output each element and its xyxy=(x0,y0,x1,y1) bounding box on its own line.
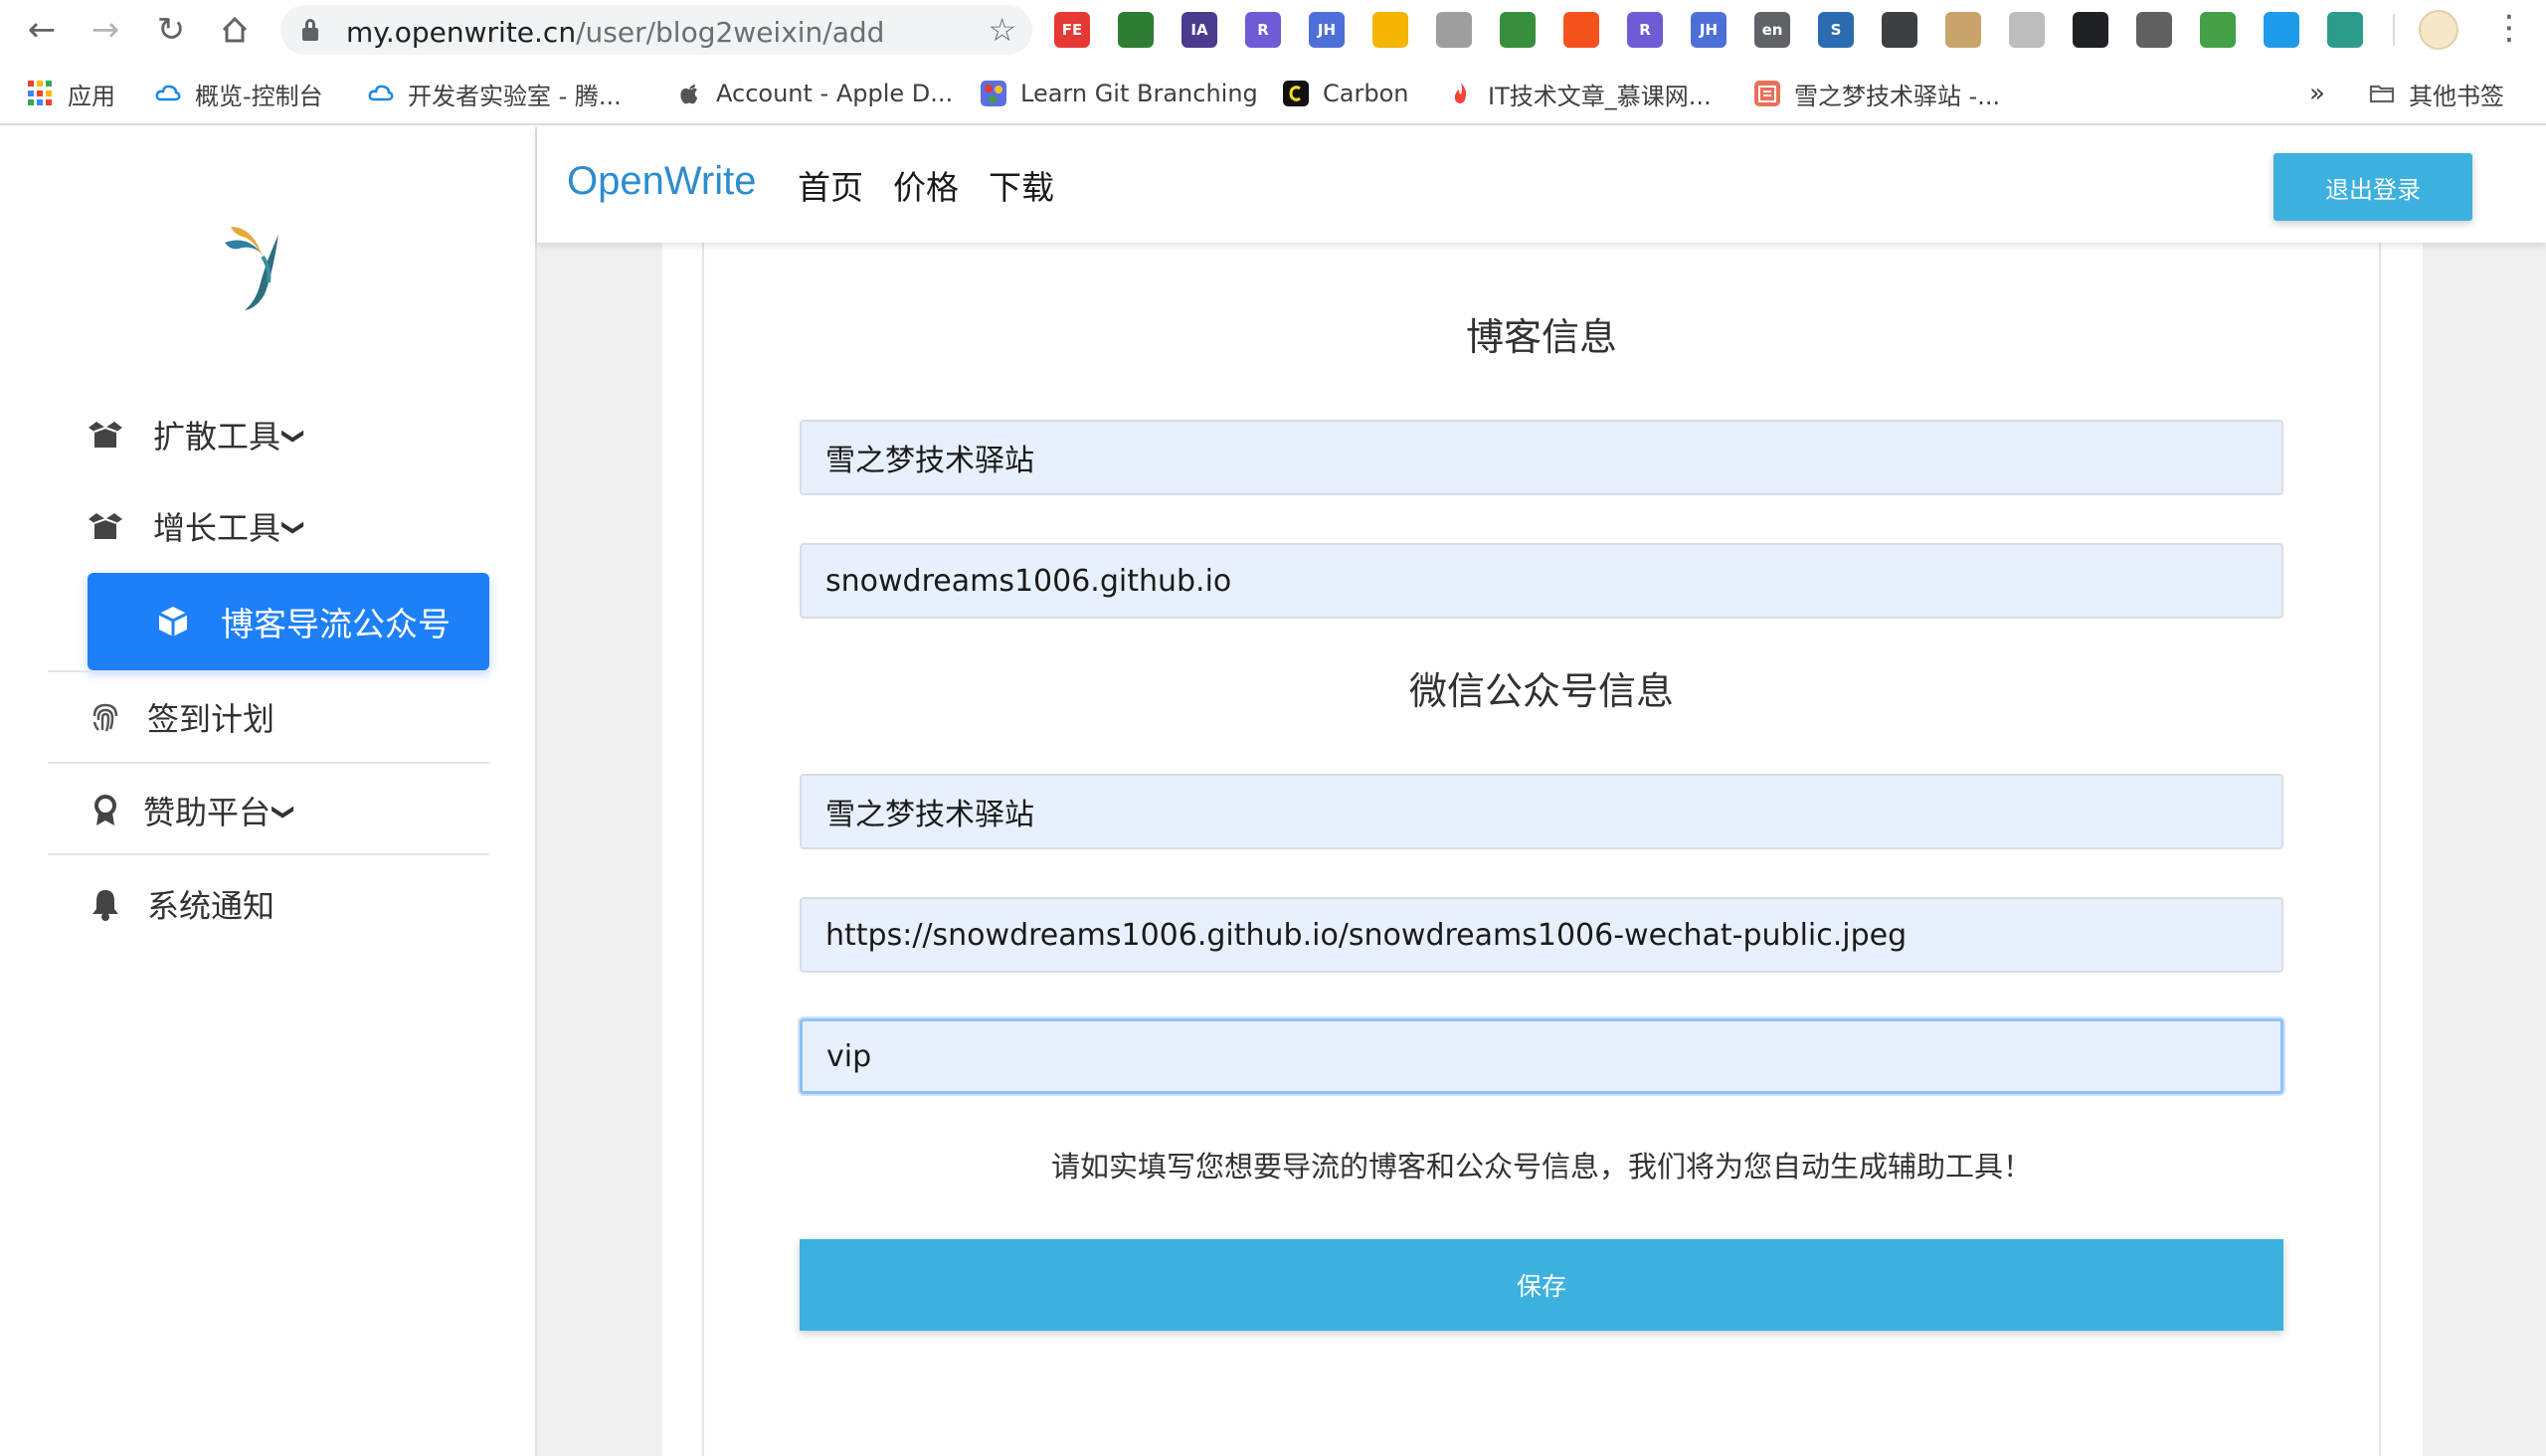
blog-section-title: 博客信息 xyxy=(1465,315,1617,359)
nav-home[interactable]: 首页 xyxy=(798,161,863,209)
folder-icon xyxy=(2369,85,2395,103)
logout-button[interactable]: 退出登录 xyxy=(2273,153,2472,221)
nav-download[interactable]: 下载 xyxy=(989,161,1054,209)
translate-icon[interactable] xyxy=(1563,12,1599,48)
bookmark-imooc[interactable]: IT技术文章_慕课网... xyxy=(1448,74,1712,113)
git-icon xyxy=(981,81,1006,106)
jh-icon[interactable]: JH xyxy=(1691,12,1727,48)
top-nav: 首页 价格 下载 xyxy=(798,161,1054,209)
bookmark-label: Account - Apple D... xyxy=(716,80,954,107)
r-icon[interactable]: R xyxy=(1245,12,1281,48)
lock-icon xyxy=(302,19,318,41)
bookmark-label: Carbon xyxy=(1323,80,1409,107)
eye-icon[interactable] xyxy=(2264,12,2299,48)
bookmark-label: IT技术文章_慕课网... xyxy=(1488,82,1712,110)
more-bookmarks-button[interactable]: » xyxy=(2309,74,2325,113)
screenshot-icon[interactable] xyxy=(1882,12,1917,48)
flame-icon xyxy=(1454,83,1467,103)
chrome-ring-icon[interactable] xyxy=(1372,12,1408,48)
page: 扩散工具 ❯ 增长工具 ❯ 博客导流公众号 签到计划 赞助平台 ❯ 系统通知 O… xyxy=(0,127,2546,1456)
bookmark-label: Learn Git Branching xyxy=(1020,80,1258,107)
bookmark-label: 其他书签 xyxy=(2409,82,2504,110)
speed-icon[interactable] xyxy=(2009,12,2045,48)
more-bookmarks-label: » xyxy=(2309,79,2325,108)
bookmark-label: 应用 xyxy=(68,82,115,110)
brand-logo-text[interactable]: OpenWrite xyxy=(567,159,756,204)
blog-url-input[interactable] xyxy=(800,543,2283,619)
bookmark-star-icon[interactable]: ☆ xyxy=(988,11,1016,49)
carbon-icon xyxy=(1283,81,1309,106)
wechat-name-input[interactable] xyxy=(800,774,2283,849)
back-icon[interactable]: ← xyxy=(20,8,64,52)
bookmark-tencent-lab[interactable]: 开发者实验室 - 腾... xyxy=(368,74,622,113)
profile-avatar[interactable] xyxy=(2419,10,2458,50)
palette-icon[interactable] xyxy=(2200,12,2236,48)
top-navbar: OpenWrite 首页 价格 下载 退出登录 xyxy=(537,127,2546,243)
cloud-icon xyxy=(368,85,394,101)
blog-name-input[interactable] xyxy=(800,420,2283,495)
apps-grid-icon xyxy=(28,81,54,106)
nav-pricing[interactable]: 价格 xyxy=(893,161,959,209)
bookmark-apple-account[interactable]: Account - Apple D... xyxy=(676,74,953,113)
leaf-icon[interactable] xyxy=(1500,12,1536,48)
url-host: my.openwrite.cn xyxy=(346,16,577,49)
openwrite-icon[interactable] xyxy=(2327,12,2363,48)
browser-toolbar: ← → ↻ my.openwrite.cn/user/blog2weixin/a… xyxy=(0,0,2546,60)
apple-icon xyxy=(680,85,697,104)
bookmark-jianshu[interactable]: 雪之梦技术驿站 -... xyxy=(1754,74,2000,113)
bookmarks-bar: 应用 概览-控制台 开发者实验室 - 腾... Account - Apple … xyxy=(0,62,2546,125)
window-icon[interactable] xyxy=(2136,12,2172,48)
cloud-icon xyxy=(155,85,181,101)
glasses-icon[interactable] xyxy=(2073,12,2108,48)
jh-icon[interactable]: JH xyxy=(1309,12,1345,48)
s-icon[interactable]: S xyxy=(1818,12,1854,48)
bookmark-label: 概览-控制台 xyxy=(195,82,323,110)
home-icon[interactable] xyxy=(213,8,257,52)
fe-icon[interactable]: FE xyxy=(1054,12,1090,48)
keyword-input[interactable] xyxy=(800,1018,2283,1094)
reload-icon[interactable]: ↻ xyxy=(149,8,193,52)
toolbar-divider xyxy=(2393,14,2395,46)
forward-icon[interactable]: → xyxy=(84,8,127,52)
bookmark-aliyun-console[interactable]: 概览-控制台 xyxy=(155,74,323,113)
bookmark-label: 开发者实验室 - 腾... xyxy=(408,82,622,110)
blog-to-wechat-form: 博客信息 微信公众号信息 请如实填写您想要导流的博客和公众号信息，我们将为您自动… xyxy=(0,127,2546,1456)
jian-icon xyxy=(1754,81,1780,106)
globe-icon[interactable] xyxy=(1118,12,1154,48)
dictionary-icon[interactable] xyxy=(1945,12,1981,48)
form-hint: 请如实填写您想要导流的博客和公众号信息，我们将为您自动生成辅助工具！ xyxy=(1050,1150,2032,1183)
ia-icon[interactable]: IA xyxy=(1182,12,1217,48)
bookmark-label: 雪之梦技术驿站 -... xyxy=(1794,82,2001,110)
shield-icon[interactable] xyxy=(1436,12,1472,48)
url-text[interactable]: my.openwrite.cn/user/blog2weixin/add xyxy=(346,16,884,49)
url-path: /user/blog2weixin/add xyxy=(576,16,885,49)
en-icon[interactable]: en xyxy=(1754,12,1790,48)
browser-menu-icon[interactable]: ⋮ xyxy=(2492,10,2526,50)
address-bar[interactable]: my.openwrite.cn/user/blog2weixin/add ☆ xyxy=(280,5,1032,55)
wechat-qrcode-url-input[interactable] xyxy=(800,897,2283,973)
bookmark-learn-git[interactable]: Learn Git Branching xyxy=(981,74,1258,113)
r-icon[interactable]: R xyxy=(1627,12,1663,48)
bookmark-carbon[interactable]: Carbon xyxy=(1283,74,1408,113)
bookmark-apps[interactable]: 应用 xyxy=(28,74,115,113)
wechat-section-title: 微信公众号信息 xyxy=(1408,669,1674,713)
extensions-bar: FE IA R JH R JH en S xyxy=(1054,12,2363,48)
save-button[interactable]: 保存 xyxy=(800,1239,2283,1331)
other-bookmarks-folder[interactable]: 其他书签 xyxy=(2369,74,2504,113)
